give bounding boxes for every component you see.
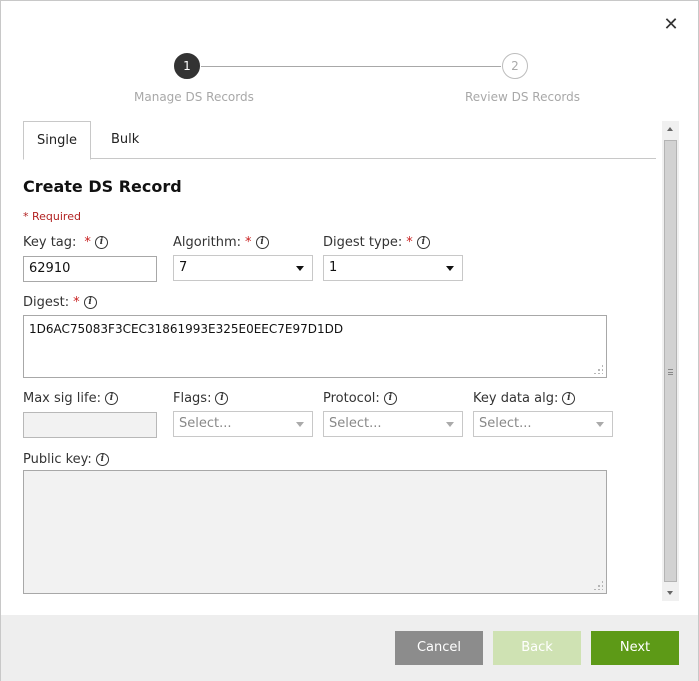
step-1-indicator: 1 — [174, 53, 200, 79]
digest-label: Digest: * i — [23, 295, 97, 310]
vertical-scrollbar[interactable] — [662, 121, 679, 601]
key-tag-input[interactable]: 62910 — [23, 256, 157, 282]
key-tag-label-text: Key tag: — [23, 235, 77, 250]
digest-textarea[interactable]: 1D6AC75083F3CEC31861993E325E0EEC7E97D1DD — [23, 315, 607, 378]
cancel-button[interactable]: Cancel — [395, 631, 483, 665]
info-icon[interactable]: i — [83, 296, 97, 309]
tab-bulk[interactable]: Bulk — [111, 121, 141, 159]
flags-placeholder: Select... — [179, 416, 232, 431]
chevron-down-icon — [296, 266, 304, 271]
info-icon[interactable]: i — [383, 392, 397, 405]
public-key-label-text: Public key: — [23, 452, 92, 467]
algorithm-label-text: Algorithm: — [173, 235, 242, 250]
scroll-up-icon[interactable] — [662, 121, 679, 138]
dialog-footer: Cancel Back Next — [1, 615, 698, 681]
max-sig-life-label: Max sig life: i — [23, 391, 118, 406]
scroll-thumb[interactable] — [664, 140, 677, 582]
digest-type-label-text: Digest type: — [323, 235, 403, 250]
required-star: * — [245, 235, 252, 250]
step-2-label: Review DS Records — [465, 90, 581, 104]
info-icon[interactable]: i — [95, 453, 109, 466]
back-button: Back — [493, 631, 581, 665]
key-tag-label: Key tag: * i — [23, 235, 108, 250]
protocol-label-text: Protocol: — [323, 391, 380, 406]
protocol-placeholder: Select... — [329, 416, 382, 431]
form-title: Create DS Record — [23, 177, 182, 196]
info-icon[interactable]: i — [94, 236, 108, 249]
close-icon[interactable]: ✕ — [661, 15, 681, 35]
key-data-alg-label-text: Key data alg: — [473, 391, 559, 406]
flags-select[interactable]: Select... — [173, 411, 313, 437]
flags-label: Flags: i — [173, 391, 229, 406]
key-data-alg-label: Key data alg: i — [473, 391, 576, 406]
resize-grip-icon — [593, 580, 603, 590]
info-icon[interactable]: i — [562, 392, 576, 405]
digest-value: 1D6AC75083F3CEC31861993E325E0EEC7E97D1DD — [29, 322, 344, 336]
digest-type-select[interactable]: 1 — [323, 255, 463, 281]
required-note: * Required — [23, 210, 81, 223]
required-star: * — [84, 235, 91, 250]
chevron-down-icon — [596, 422, 604, 427]
step-2-indicator: 2 — [502, 53, 528, 79]
chevron-down-icon — [296, 422, 304, 427]
max-sig-life-input — [23, 412, 157, 438]
key-data-alg-select[interactable]: Select... — [473, 411, 613, 437]
next-button[interactable]: Next — [591, 631, 679, 665]
required-star: * — [406, 235, 413, 250]
algorithm-value: 7 — [179, 260, 188, 275]
info-icon[interactable]: i — [215, 392, 229, 405]
key-data-alg-placeholder: Select... — [479, 416, 532, 431]
protocol-select[interactable]: Select... — [323, 411, 463, 437]
chevron-down-icon — [446, 266, 454, 271]
create-ds-record-dialog: ✕ 1 2 Manage DS Records Review DS Record… — [0, 0, 699, 681]
digest-type-value: 1 — [329, 260, 338, 275]
algorithm-select[interactable]: 7 — [173, 255, 313, 281]
info-icon[interactable]: i — [104, 392, 118, 405]
public-key-textarea — [23, 470, 607, 594]
form-content: Single Bulk Create DS Record * Required … — [1, 121, 661, 601]
algorithm-label: Algorithm: * i — [173, 235, 269, 250]
flags-label-text: Flags: — [173, 391, 212, 406]
tab-single[interactable]: Single — [23, 121, 91, 160]
resize-grip-icon[interactable] — [593, 364, 603, 374]
max-sig-life-label-text: Max sig life: — [23, 391, 101, 406]
public-key-label: Public key: i — [23, 452, 109, 467]
info-icon[interactable]: i — [416, 236, 430, 249]
digest-label-text: Digest: — [23, 295, 70, 310]
required-star: * — [73, 295, 80, 310]
step-1-label: Manage DS Records — [134, 90, 254, 104]
tab-bar: Single Bulk — [23, 121, 656, 160]
stepper-connector — [201, 66, 501, 67]
scroll-down-icon[interactable] — [662, 584, 679, 601]
protocol-label: Protocol: i — [323, 391, 397, 406]
info-icon[interactable]: i — [255, 236, 269, 249]
digest-type-label: Digest type: * i — [323, 235, 430, 250]
grip-icon — [668, 369, 673, 375]
chevron-down-icon — [446, 422, 454, 427]
